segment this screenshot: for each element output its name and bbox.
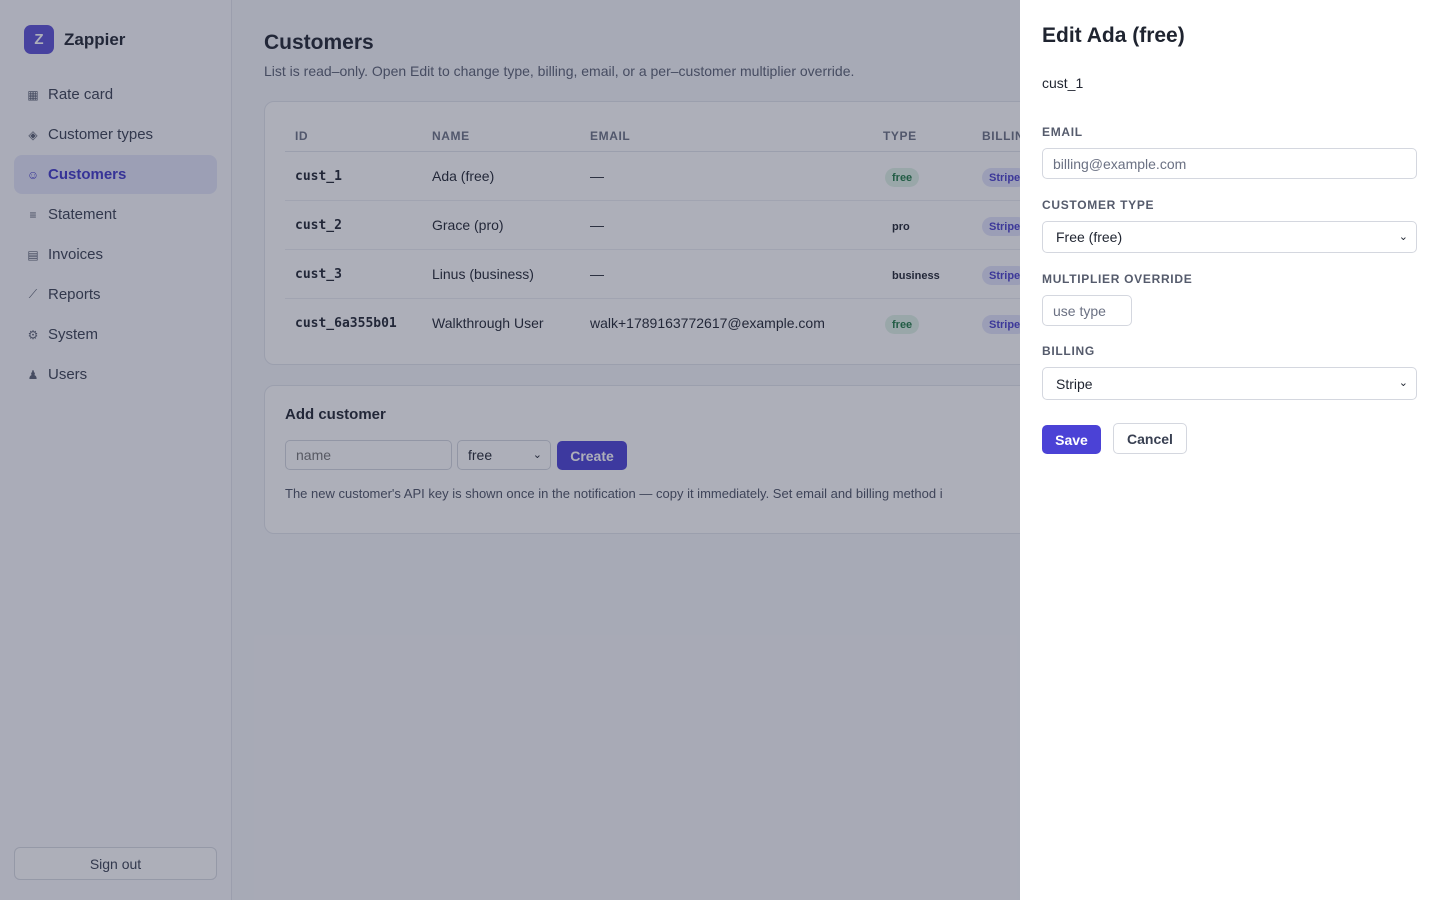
multiplier-override-field[interactable] (1042, 295, 1132, 326)
billing-label: BILLING (1042, 344, 1095, 358)
customer-type-selected: Free (free) (1056, 229, 1123, 245)
multiplier-override-input[interactable] (1043, 296, 1131, 325)
edit-customer-drawer: Edit Ada (free) cust_1 EMAIL CUSTOMER TY… (1020, 0, 1440, 900)
email-input[interactable] (1043, 149, 1416, 178)
email-field[interactable] (1042, 148, 1417, 179)
customer-type-dropdown[interactable]: Free (free) ⌄ (1042, 221, 1417, 253)
billing-dropdown[interactable]: Stripe ⌄ (1042, 367, 1417, 400)
chevron-down-icon: ⌄ (1398, 231, 1408, 243)
drawer-title: Edit Ada (free) (1042, 24, 1185, 47)
customer-type-label: CUSTOMER TYPE (1042, 198, 1155, 212)
save-button[interactable]: Save (1042, 425, 1101, 454)
billing-selected: Stripe (1056, 375, 1093, 392)
drawer-customer-id: cust_1 (1042, 75, 1084, 91)
multiplier-override-label: MULTIPLIER OVERRIDE (1042, 272, 1193, 286)
modal-backdrop[interactable] (0, 0, 1020, 900)
email-label: EMAIL (1042, 125, 1083, 139)
chevron-down-icon: ⌄ (1398, 377, 1408, 389)
cancel-button[interactable]: Cancel (1113, 423, 1187, 454)
